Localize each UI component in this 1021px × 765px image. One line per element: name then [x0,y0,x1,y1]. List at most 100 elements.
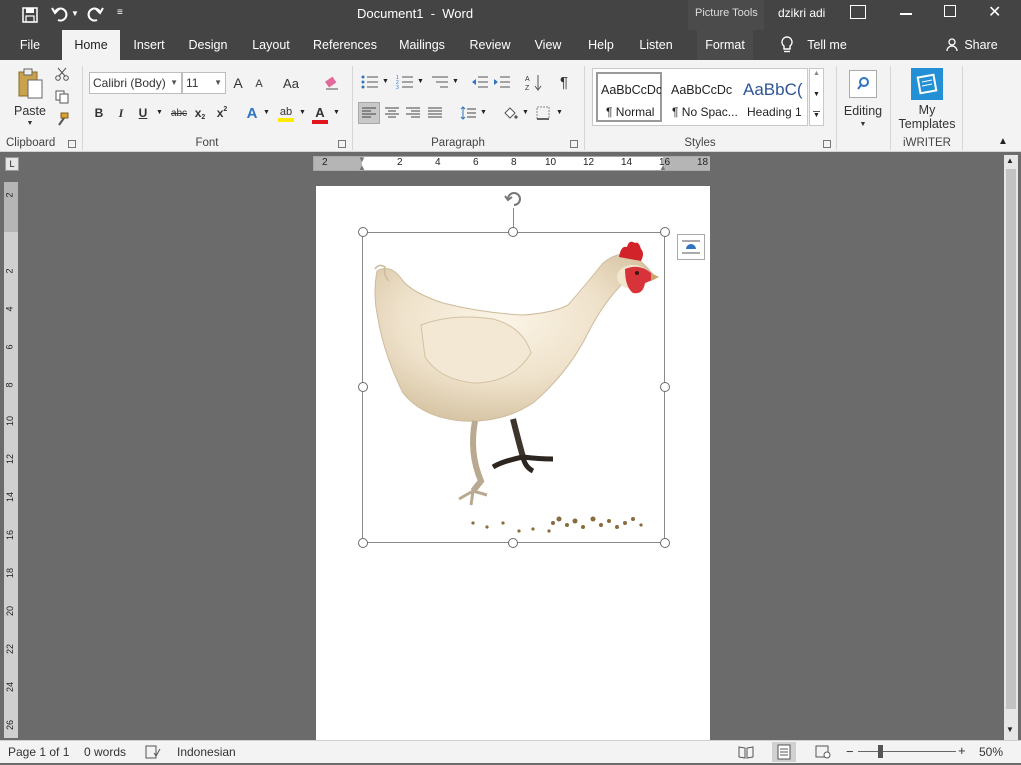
styles-up-icon[interactable]: ▲ [813,70,820,77]
font-name-select[interactable]: Calibri (Body) ▼ [89,72,182,94]
right-indent-marker[interactable]: ▲ [659,163,667,172]
bold-button[interactable]: B [90,103,108,123]
scroll-up-icon[interactable]: ▲ [1006,156,1014,165]
horizontal-ruler[interactable]: 2 2 4 6 8 10 12 14 16 18 ▼ ▲ ▲ [313,155,710,172]
customize-qat-icon[interactable]: ≡ [117,7,123,18]
tab-listen[interactable]: Listen [634,30,678,60]
word-count[interactable]: 0 words [84,745,126,759]
rotate-handle-icon[interactable] [503,188,525,210]
save-icon[interactable] [21,6,39,24]
tab-references[interactable]: References [310,30,380,60]
grow-font-button[interactable]: A [230,73,246,93]
highlight-color-button[interactable]: ab [276,103,296,125]
subscript-button[interactable]: x2 [192,103,208,123]
justify-icon[interactable] [425,102,445,124]
resize-handle-right[interactable] [660,382,670,392]
zoom-slider-thumb[interactable] [878,745,883,758]
resize-handle-bottom-right[interactable] [660,538,670,548]
resize-handle-bottom[interactable] [508,538,518,548]
tab-insert[interactable]: Insert [127,30,171,60]
line-spacing-icon[interactable] [458,102,478,124]
collapse-ribbon-icon[interactable]: ▲ [998,136,1008,147]
vertical-scrollbar[interactable]: ▲ ▼ [1004,155,1018,740]
numbering-dropdown-icon[interactable]: ▼ [417,78,424,85]
share-button[interactable]: Share [963,30,999,60]
underline-dropdown-icon[interactable]: ▼ [156,109,163,116]
tab-view[interactable]: View [530,30,566,60]
align-right-icon[interactable] [403,102,423,124]
paragraph-launcher-icon[interactable] [570,140,578,148]
zoom-in-icon[interactable]: + [958,743,966,758]
print-layout-icon[interactable] [772,742,796,762]
align-left-icon[interactable] [358,102,380,124]
text-effects-button[interactable]: A [244,103,260,123]
read-mode-icon[interactable] [738,745,754,759]
tell-me-search[interactable]: Tell me [804,30,850,60]
layout-options-icon[interactable] [677,234,705,260]
resize-handle-top[interactable] [508,227,518,237]
resize-handle-top-left[interactable] [358,227,368,237]
shading-icon[interactable] [500,102,520,124]
borders-icon[interactable] [534,102,552,124]
share-icon[interactable] [946,38,960,52]
vertical-ruler[interactable]: 2 2 4 6 8 10 12 14 16 18 20 22 24 26 [4,182,18,738]
resize-handle-top-right[interactable] [660,227,670,237]
shading-dropdown-icon[interactable]: ▼ [522,109,529,116]
multilevel-list-icon[interactable] [430,72,450,92]
italic-button[interactable]: I [112,103,130,123]
multilevel-dropdown-icon[interactable]: ▼ [452,78,459,85]
strikethrough-button[interactable]: abc [168,103,190,123]
hanging-indent-marker[interactable]: ▲ [358,163,366,172]
scroll-down-icon[interactable]: ▼ [1006,725,1014,734]
tab-layout[interactable]: Layout [246,30,296,60]
zoom-level[interactable]: 50% [979,745,1003,759]
page-count[interactable]: Page 1 of 1 [8,745,69,759]
proofing-icon[interactable] [145,745,161,759]
sort-icon[interactable]: AZ [524,72,544,92]
ribbon-display-icon[interactable] [850,5,866,19]
numbering-icon[interactable]: 123 [395,72,415,92]
undo-dropdown-icon[interactable]: ▼ [71,9,79,18]
document-page[interactable] [316,186,710,746]
font-size-select[interactable]: 11 ▼ [182,72,226,94]
web-layout-icon[interactable] [815,745,831,759]
superscript-button[interactable]: x2 [214,103,230,123]
styles-down-icon[interactable]: ▼ [813,91,820,98]
zoom-slider-track[interactable] [858,751,956,752]
underline-button[interactable]: U [134,103,152,123]
style-heading-1[interactable]: AaBbC( Heading 1 [740,72,806,122]
style-normal[interactable]: AaBbCcDc ¶ Normal [596,72,662,122]
font-color-button[interactable]: A [311,103,329,125]
undo-icon[interactable] [50,4,70,24]
tab-format[interactable]: Format [697,30,753,60]
highlight-dropdown-icon[interactable]: ▼ [299,109,306,116]
tab-mailings[interactable]: Mailings [394,30,450,60]
font-launcher-icon[interactable] [338,140,346,148]
cut-icon[interactable] [54,66,70,82]
format-painter-icon[interactable] [54,111,70,127]
tab-file[interactable]: File [12,30,48,60]
my-templates-button[interactable]: My Templates [896,64,958,134]
resize-handle-left[interactable] [358,382,368,392]
line-spacing-dropdown-icon[interactable]: ▼ [480,109,487,116]
show-formatting-button[interactable]: ¶ [556,72,572,92]
tab-help[interactable]: Help [583,30,619,60]
clear-formatting-icon[interactable] [322,73,342,93]
decrease-indent-icon[interactable] [470,72,490,92]
styles-launcher-icon[interactable] [823,140,831,148]
align-center-icon[interactable] [382,102,402,124]
close-icon[interactable]: ✕ [988,2,1001,22]
change-case-button[interactable]: Aa [280,73,302,93]
increase-indent-icon[interactable] [492,72,512,92]
styles-more-icon[interactable]: ▼ [813,111,820,119]
text-effects-dropdown-icon[interactable]: ▼ [263,109,270,116]
clipboard-launcher-icon[interactable] [68,140,76,148]
zoom-out-icon[interactable]: − [846,744,854,759]
tab-home[interactable]: Home [62,30,120,60]
picture-selection-frame[interactable] [362,232,665,543]
tab-review[interactable]: Review [465,30,515,60]
style-no-spacing[interactable]: AaBbCcDc ¶ No Spac... [668,72,738,122]
editing-button[interactable]: Editing ▼ [840,64,886,134]
minimize-icon[interactable] [900,13,912,15]
shrink-font-button[interactable]: A [252,75,266,93]
